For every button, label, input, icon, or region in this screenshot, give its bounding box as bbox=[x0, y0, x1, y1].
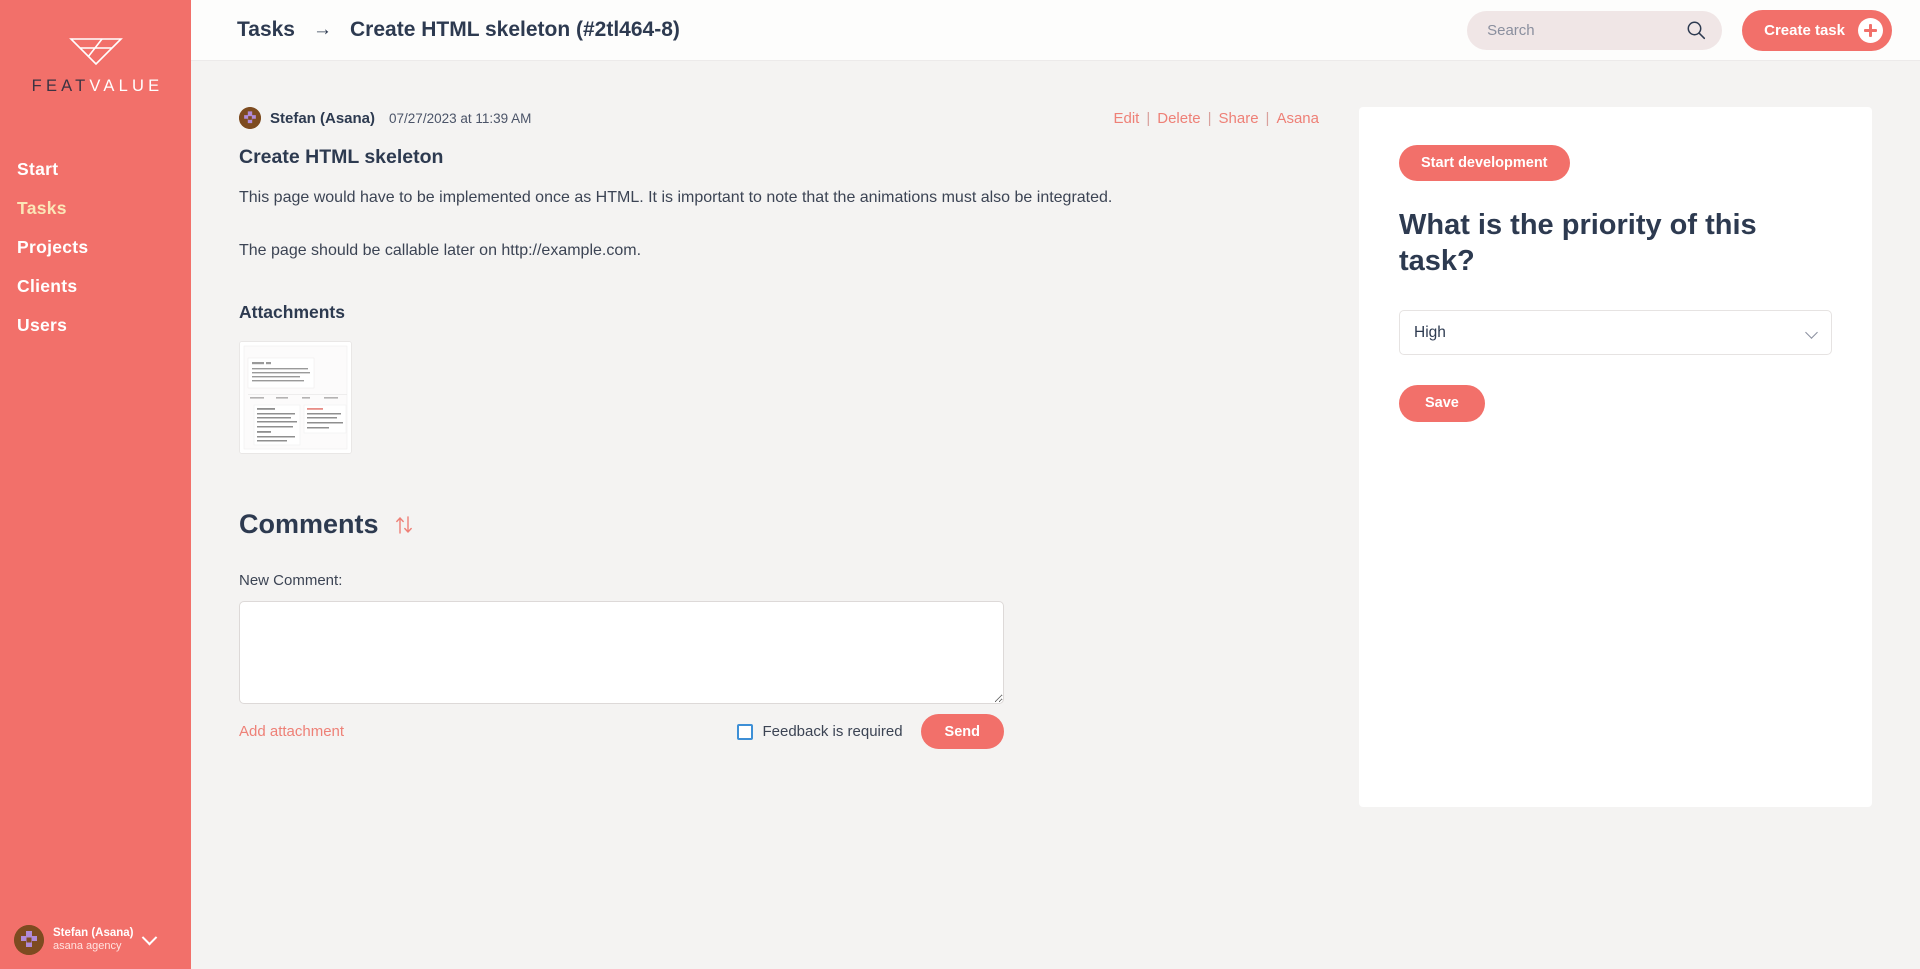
top-header: Tasks → Create HTML skeleton (#2tl464-8)… bbox=[191, 0, 1920, 61]
comment-form-footer: Add attachment Feedback is required Send bbox=[239, 714, 1004, 750]
chevron-down-icon[interactable] bbox=[141, 929, 157, 945]
task-description-paragraph-2: The page should be callable later on htt… bbox=[239, 242, 642, 260]
brand-logo[interactable]: FEATVALUE bbox=[0, 0, 191, 96]
action-separator: | bbox=[1146, 109, 1151, 127]
task-actions: Edit | Delete | Share | Asana bbox=[1113, 110, 1319, 127]
feedback-required-label: Feedback is required bbox=[762, 723, 903, 741]
create-task-button[interactable]: Create task bbox=[1742, 9, 1892, 51]
breadcrumb-arrow-icon: → bbox=[313, 19, 332, 40]
action-separator: | bbox=[1207, 109, 1212, 127]
task-sidebar-panel: Start development What is the priority o… bbox=[1359, 107, 1872, 807]
priority-select-wrap: High bbox=[1399, 309, 1832, 355]
search-input[interactable] bbox=[1487, 21, 1687, 39]
task-meta-row: Stefan (Asana) 07/27/2023 at 11:39 AM Ed… bbox=[239, 107, 1319, 129]
action-separator: | bbox=[1265, 109, 1270, 127]
new-comment-form: New Comment: Add attachment Feedback is … bbox=[239, 572, 1319, 750]
sidebar-item-start[interactable]: Start bbox=[0, 150, 191, 189]
priority-select[interactable]: High bbox=[1399, 309, 1832, 355]
sidebar-user-org: asana agency bbox=[53, 940, 122, 953]
sidebar-item-clients[interactable]: Clients bbox=[0, 267, 191, 306]
task-author: Stefan (Asana) bbox=[270, 109, 376, 127]
new-comment-label: New Comment: bbox=[239, 572, 343, 590]
sidebar-nav: Start Tasks Projects Clients Users bbox=[0, 150, 191, 345]
avatar bbox=[14, 925, 44, 955]
task-title: Create HTML skeleton bbox=[239, 146, 444, 168]
start-development-button[interactable]: Start development bbox=[1399, 145, 1570, 181]
add-attachment-link[interactable]: Add attachment bbox=[239, 723, 344, 740]
body-area: Stefan (Asana) 07/27/2023 at 11:39 AM Ed… bbox=[191, 61, 1920, 969]
attachments-heading: Attachments bbox=[239, 302, 345, 323]
comments-heading: Comments bbox=[239, 509, 379, 540]
create-task-label: Create task bbox=[1764, 21, 1845, 39]
plus-circle-icon bbox=[1858, 17, 1883, 43]
sidebar-user-name: Stefan (Asana) bbox=[53, 927, 134, 940]
task-timestamp: 07/27/2023 at 11:39 AM bbox=[389, 110, 532, 126]
breadcrumb: Tasks → Create HTML skeleton (#2tl464-8) bbox=[237, 18, 680, 42]
share-link[interactable]: Share bbox=[1219, 110, 1259, 127]
send-comment-button[interactable]: Send bbox=[920, 714, 1004, 750]
breadcrumb-parent[interactable]: Tasks bbox=[237, 18, 295, 42]
search-box[interactable] bbox=[1467, 10, 1723, 50]
sidebar: FEATVALUE Start Tasks Projects Clients U… bbox=[0, 0, 191, 969]
attachment-thumbnail[interactable] bbox=[239, 341, 352, 455]
asana-link[interactable]: Asana bbox=[1276, 110, 1319, 127]
search-icon[interactable] bbox=[1686, 20, 1706, 40]
funnel-logo-icon bbox=[68, 36, 123, 71]
new-comment-textarea[interactable] bbox=[239, 601, 1004, 705]
page-title: Create HTML skeleton (#2tl464-8) bbox=[350, 18, 680, 41]
app-root: FEATVALUE Start Tasks Projects Clients U… bbox=[0, 0, 1920, 969]
feedback-required-checkbox[interactable] bbox=[737, 723, 754, 740]
comments-header: Comments bbox=[239, 509, 1319, 540]
sidebar-user-menu[interactable]: Stefan (Asana) asana agency bbox=[0, 925, 191, 955]
priority-question: What is the priority of this task? bbox=[1399, 209, 1757, 278]
brand-name-feat: FEAT bbox=[31, 77, 90, 95]
sidebar-item-tasks[interactable]: Tasks bbox=[0, 189, 191, 228]
author-avatar bbox=[239, 107, 261, 129]
sidebar-user-meta: Stefan (Asana) asana agency bbox=[53, 927, 134, 953]
brand-name-value: VALUE bbox=[89, 77, 164, 95]
sidebar-item-projects[interactable]: Projects bbox=[0, 228, 191, 267]
main-column: Tasks → Create HTML skeleton (#2tl464-8)… bbox=[191, 0, 1920, 969]
brand-wordmark: FEATVALUE bbox=[28, 77, 164, 96]
task-detail-column: Stefan (Asana) 07/27/2023 at 11:39 AM Ed… bbox=[239, 107, 1359, 969]
sort-arrows-icon[interactable] bbox=[395, 515, 413, 535]
save-button[interactable]: Save bbox=[1399, 384, 1485, 422]
task-description-paragraph-1: This page would have to be implemented o… bbox=[239, 189, 1113, 206]
sidebar-item-users[interactable]: Users bbox=[0, 306, 191, 345]
edit-link[interactable]: Edit bbox=[1113, 110, 1139, 127]
comment-submit-group: Feedback is required Send bbox=[737, 714, 1004, 750]
delete-link[interactable]: Delete bbox=[1157, 110, 1200, 127]
